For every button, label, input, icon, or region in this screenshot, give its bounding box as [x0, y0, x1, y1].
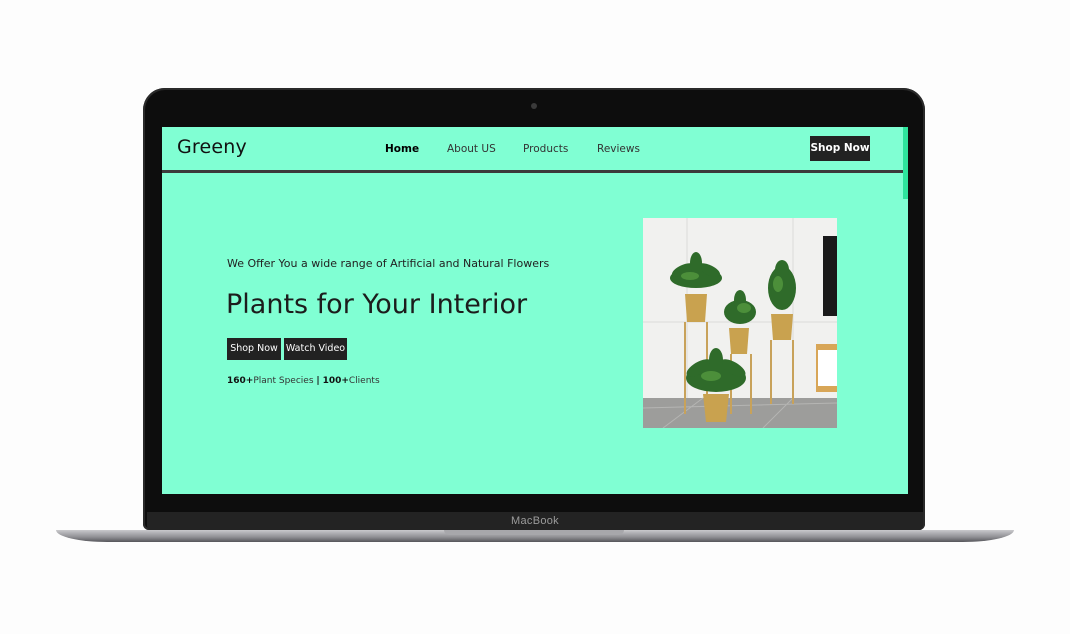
species-count: 160+	[227, 376, 254, 386]
nav-home[interactable]: Home	[385, 143, 419, 155]
navbar: Greeny Home About US Products Reviews Sh…	[162, 127, 908, 173]
laptop-notch	[444, 530, 624, 535]
clients-count: 100+	[322, 376, 349, 386]
site-logo[interactable]: Greeny	[177, 136, 247, 158]
clients-label: Clients	[348, 376, 380, 386]
laptop-scene: MacBook Greeny Home About US Products Re…	[0, 0, 1070, 634]
plants-illustration	[643, 218, 837, 428]
shop-now-button[interactable]: Shop Now	[227, 338, 281, 360]
stats-separator: |	[316, 376, 320, 386]
hero-subtitle: We Offer You a wide range of Artificial …	[227, 257, 550, 270]
screen-bezel	[150, 494, 918, 510]
nav-about-us[interactable]: About US	[447, 143, 496, 155]
nav-products[interactable]: Products	[523, 143, 568, 155]
hero-plants-image	[643, 218, 837, 428]
scrollbar-accent	[903, 127, 908, 199]
camera-icon	[531, 103, 537, 109]
hero-stats: 160+Plant Species | 100+Clients	[227, 376, 380, 386]
nav-reviews[interactable]: Reviews	[597, 143, 640, 155]
nav-shop-now-button[interactable]: Shop Now	[810, 136, 870, 161]
brand-label: MacBook	[511, 515, 559, 527]
hero-title: Plants for Your Interior	[226, 289, 528, 320]
species-label: Plant Species	[253, 376, 314, 386]
website-screen: Greeny Home About US Products Reviews Sh…	[162, 127, 908, 494]
watch-video-button[interactable]: Watch Video	[284, 338, 347, 360]
